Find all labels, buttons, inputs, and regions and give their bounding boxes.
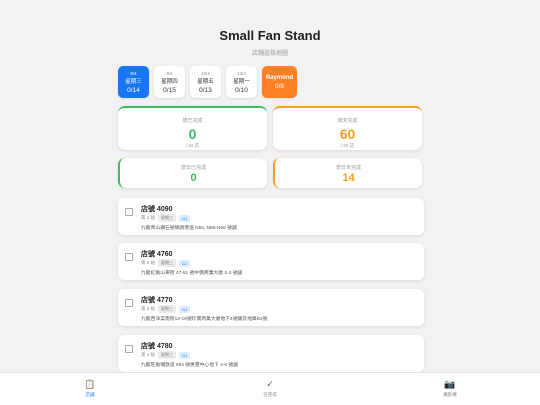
store-meta: 第 2 站 星期三 GJ: [141, 259, 191, 267]
store-meta: 第 1 站 星期三 GJ: [141, 214, 191, 222]
page-subtitle: 店舖巡檢地圖: [251, 51, 288, 57]
store-checkbox[interactable]: [125, 208, 133, 216]
store-meta: 第 3 站 星期三 GJ: [141, 305, 191, 313]
store-day-tag: 星期三: [158, 259, 177, 267]
stat-label: 總未完成: [337, 118, 358, 124]
nav-camera[interactable]: 📷 攝影機: [420, 379, 480, 398]
clipboard-icon: 📋: [84, 379, 96, 389]
day-count: 0/13: [199, 86, 212, 94]
stat-total-pending: 總未完成 60 / 60 店: [273, 106, 422, 150]
day-date: 9/4: [166, 70, 173, 76]
store-card[interactable]: 店號 4760 第 2 站 星期三 GJ 九龍紅角山東街 47-51 號中僑商業…: [118, 243, 424, 280]
store-meta: 第 4 站 星期三 GJ: [141, 351, 191, 359]
store-name: 店號 4760: [141, 251, 173, 258]
day-weekday: 星期四: [161, 78, 178, 85]
day-chip-2[interactable]: 10/4 星期五 0/13: [190, 66, 221, 98]
store-address: 九龍旺角彌敦道 664 號惠豐中心地下 4-6 號舖: [141, 363, 239, 368]
stat-label: 總已完成: [182, 118, 203, 124]
store-address: 九龍西洋菜南街13-19號珍寶商業大廈地下4號鋪及地庫B2號: [141, 317, 268, 322]
stat-total-completed: 總已完成 0 / 60 店: [118, 106, 267, 150]
person-name: Raymond: [265, 75, 294, 81]
store-day-tag: 星期三: [158, 214, 177, 222]
nav-completed[interactable]: ✓ 已完成: [240, 379, 300, 398]
camera-icon: 📷: [444, 379, 456, 389]
day-chip-0[interactable]: 8/4 星期三 0/14: [118, 66, 149, 98]
bottom-nav: 📋 店舖 ✓ 已完成 📷 攝影機: [0, 372, 540, 405]
day-count: 0/14: [127, 86, 140, 94]
page-title: Small Fan Stand: [219, 28, 321, 43]
day-weekday: 星期五: [197, 78, 214, 85]
store-name: 店號 4770: [141, 297, 173, 304]
store-order: 第 4 站: [141, 352, 156, 357]
check-icon: ✓: [266, 379, 274, 389]
stat-value: 0: [190, 172, 197, 184]
store-card[interactable]: 店號 4090 第 1 站 星期三 GJ 九龍青山鑽石號碼頭港道 N56, N6…: [118, 198, 424, 235]
day-weekday: 星期一: [233, 78, 250, 85]
store-address: 九龍青山鑽石號碼頭港道 N56, N65-N66 號舖: [141, 226, 237, 231]
store-card[interactable]: 店號 4770 第 3 站 星期三 GJ 九龍西洋菜南街13-19號珍寶商業大廈…: [118, 289, 424, 326]
store-code-tag: GJ: [179, 305, 191, 313]
stat-today-completed: 當日已完成 0: [118, 158, 267, 188]
store-card[interactable]: 店號 4780 第 4 站 星期三 GJ 九龍旺角彌敦道 664 號惠豐中心地下…: [118, 335, 424, 372]
store-checkbox[interactable]: [125, 253, 133, 261]
stat-today-pending: 當日未完成 14: [273, 158, 422, 188]
store-day-tag: 星期三: [158, 305, 177, 313]
day-count: 0/15: [163, 86, 176, 94]
stat-sub: / 60 店: [340, 143, 355, 148]
day-date: 10/4: [201, 70, 210, 76]
nav-label: 已完成: [263, 392, 277, 397]
person-chip[interactable]: Raymond 0/8: [262, 66, 297, 98]
person-count: 0/8: [274, 83, 285, 90]
store-code-tag: GJ: [179, 259, 191, 267]
nav-label: 店舖: [85, 392, 95, 397]
store-code-tag: GJ: [179, 214, 191, 222]
store-address: 九龍紅角山東街 47-51 號中僑商業大廈 2-3 號舖: [141, 271, 243, 276]
store-name: 店號 4780: [141, 343, 173, 350]
day-weekday: 星期三: [125, 78, 142, 85]
day-date: 8/4: [130, 70, 137, 76]
stat-sub: / 60 店: [185, 143, 200, 148]
day-date: 13/4: [237, 70, 246, 76]
store-checkbox[interactable]: [125, 345, 133, 353]
stat-label: 當日未完成: [335, 165, 361, 171]
store-code-tag: GJ: [179, 351, 191, 359]
store-checkbox[interactable]: [125, 299, 133, 307]
stat-value: 14: [342, 172, 355, 184]
stat-value: 60: [339, 126, 356, 142]
nav-label: 攝影機: [443, 392, 457, 397]
stat-label: 當日已完成: [180, 165, 206, 171]
store-name: 店號 4090: [141, 206, 173, 213]
nav-stores[interactable]: 📋 店舖: [60, 379, 120, 398]
store-order: 第 1 站: [141, 215, 156, 220]
store-order: 第 2 站: [141, 260, 156, 265]
page-header: Small Fan Stand 店舖巡檢地圖: [0, 28, 540, 57]
day-chip-3[interactable]: 13/4 星期一 0/10: [226, 66, 257, 98]
day-count: 0/10: [235, 86, 248, 94]
store-order: 第 3 站: [141, 306, 156, 311]
store-day-tag: 星期三: [158, 351, 177, 359]
day-chip-1[interactable]: 9/4 星期四 0/15: [154, 66, 185, 98]
day-selector: 8/4 星期三 0/14 9/4 星期四 0/15 10/4 星期五 0/13 …: [118, 66, 297, 98]
stat-value: 0: [188, 126, 197, 142]
